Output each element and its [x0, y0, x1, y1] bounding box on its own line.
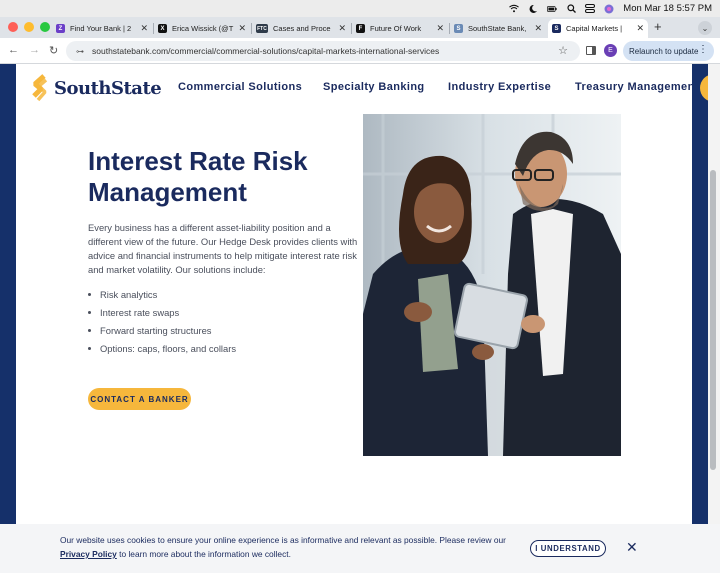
nav-treasury-management[interactable]: Treasury Management: [575, 81, 692, 93]
control-center-icon[interactable]: [585, 4, 596, 14]
tab-title: Find Your Bank | 2: [70, 24, 132, 33]
page-title: Interest Rate Risk Management: [88, 146, 308, 207]
browser-tab[interactable]: S SouthState Bank, ✕: [450, 19, 546, 38]
browser-tab[interactable]: X Erica Wissick (@T ✕: [154, 19, 250, 38]
browser-tab[interactable]: FTC Cases and Proce ✕: [252, 19, 350, 38]
close-tab-icon[interactable]: ✕: [238, 23, 246, 34]
tab-title: Erica Wissick (@T: [172, 24, 234, 33]
hero-description: Every business has a different asset-lia…: [88, 222, 358, 275]
close-tab-icon[interactable]: ✕: [140, 23, 148, 34]
browser-tab[interactable]: F Future Of Work ✕: [352, 19, 448, 38]
browser-tab[interactable]: Z Find Your Bank | 2 ✕: [52, 19, 152, 38]
tab-favicon-icon: Z: [56, 24, 65, 33]
wifi-icon[interactable]: [509, 4, 520, 14]
close-tab-icon[interactable]: ✕: [636, 23, 644, 34]
window-controls: [8, 22, 50, 32]
url-text: southstatebank.com/commercial/commercial…: [92, 46, 440, 56]
bookmark-star-icon[interactable]: ☆: [558, 44, 568, 57]
browser-tab-active[interactable]: S Capital Markets | ✕: [548, 19, 648, 38]
contact-banker-button[interactable]: CONTACT A BANKER: [88, 388, 191, 410]
nav-specialty-banking[interactable]: Specialty Banking: [323, 81, 425, 93]
privacy-policy-link[interactable]: Privacy Policy: [60, 549, 117, 559]
side-panel-icon[interactable]: [586, 46, 596, 55]
nav-industry-expertise[interactable]: Industry Expertise: [448, 81, 551, 93]
close-tab-icon[interactable]: ✕: [534, 23, 542, 34]
southstate-logo-icon[interactable]: [30, 74, 50, 102]
tab-favicon-icon: F: [356, 24, 365, 33]
list-item: Risk analytics: [88, 285, 236, 303]
tab-favicon-icon: S: [552, 24, 561, 33]
tab-title: Cases and Proce: [273, 24, 331, 33]
tab-favicon-icon: FTC: [256, 24, 268, 33]
new-tab-button[interactable]: +: [654, 19, 662, 34]
i-understand-button[interactable]: I UNDERSTAND: [530, 540, 606, 557]
two-colleagues-with-tablet-photo: [363, 114, 621, 456]
cookie-text-part2: to learn more about the information we c…: [116, 549, 291, 559]
list-item: Interest rate swaps: [88, 303, 236, 321]
browser-toolbar: ← → ↻ ⊶ southstatebank.com/commercial/co…: [0, 38, 720, 64]
list-item: Options: caps, floors, and collars: [88, 340, 236, 358]
back-arrow-icon[interactable]: ←: [8, 44, 19, 56]
profile-avatar[interactable]: E: [604, 44, 617, 57]
tab-search-chevron-icon[interactable]: ⌄: [698, 21, 712, 35]
nav-commercial-solutions[interactable]: Commercial Solutions: [178, 81, 302, 93]
cookie-message: Our website uses cookies to ensure your …: [60, 533, 520, 561]
tab-title: Future Of Work: [370, 24, 422, 33]
list-item: Forward starting structures: [88, 321, 236, 339]
fullscreen-window-button[interactable]: [40, 22, 50, 32]
tab-title: Capital Markets |: [566, 24, 623, 33]
scrollbar-thumb[interactable]: [710, 170, 716, 470]
forward-arrow-icon[interactable]: →: [29, 44, 40, 56]
more-menu-icon[interactable]: ⋮: [698, 44, 708, 55]
tab-favicon-icon: S: [454, 24, 463, 33]
close-tab-icon[interactable]: ✕: [436, 23, 444, 34]
site-logo-text[interactable]: SouthState: [54, 78, 162, 99]
cookie-banner: Our website uses cookies to ensure your …: [0, 524, 720, 573]
solutions-list: Risk analytics Interest rate swaps Forwa…: [88, 285, 236, 358]
address-bar[interactable]: ⊶ southstatebank.com/commercial/commerci…: [66, 41, 580, 61]
close-tab-icon[interactable]: ✕: [338, 23, 346, 34]
macos-menu-bar: Mon Mar 18 5:57 PM: [0, 0, 720, 17]
tab-favicon-icon: X: [158, 24, 167, 33]
relaunch-update-button[interactable]: Relaunch to update ⋮: [623, 41, 714, 61]
close-icon[interactable]: ✕: [626, 539, 638, 556]
reload-icon[interactable]: ↻: [49, 44, 58, 57]
search-icon[interactable]: [566, 4, 576, 14]
battery-icon[interactable]: [547, 4, 557, 14]
site-header: SouthState Commercial Solutions Specialt…: [16, 64, 692, 112]
minimize-window-button[interactable]: [24, 22, 34, 32]
browser-tab-strip: Z Find Your Bank | 2 ✕ X Erica Wissick (…: [0, 17, 720, 38]
siri-icon[interactable]: [604, 4, 614, 14]
relaunch-label: Relaunch to update: [629, 46, 699, 56]
cookie-text-part1: Our website uses cookies to ensure your …: [60, 535, 506, 545]
tab-title: SouthState Bank,: [468, 24, 527, 33]
focus-icon[interactable]: [528, 4, 538, 14]
close-window-button[interactable]: [8, 22, 18, 32]
system-clock[interactable]: Mon Mar 18 5:57 PM: [623, 3, 712, 14]
site-info-icon[interactable]: ⊶: [76, 47, 84, 56]
